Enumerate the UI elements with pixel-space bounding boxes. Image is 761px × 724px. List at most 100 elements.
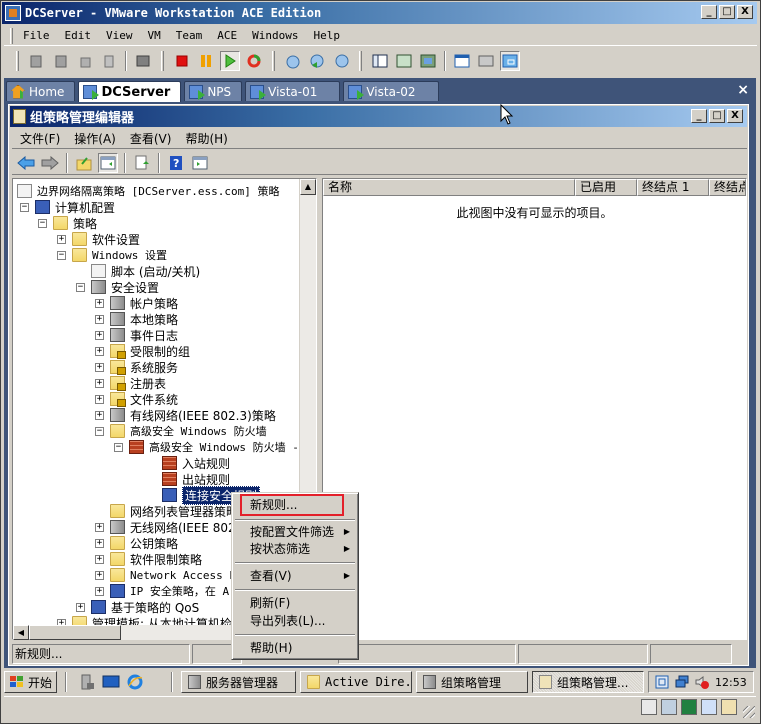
- tree-node[interactable]: + 有线网络(IEEE 802.3)策略: [95, 407, 276, 423]
- hdd-icon[interactable]: [641, 699, 657, 715]
- menu-windows[interactable]: Windows: [252, 29, 298, 42]
- snapshot-icon[interactable]: [27, 51, 47, 71]
- ie-icon[interactable]: [125, 672, 145, 692]
- scroll-up-button[interactable]: ▲: [300, 179, 316, 195]
- expand-icon[interactable]: +: [76, 602, 85, 612]
- vmware-title-bar[interactable]: DCServer - VMware Workstation ACE Editio…: [2, 2, 757, 24]
- close-tab-icon[interactable]: ×: [737, 82, 749, 98]
- tree-node[interactable]: + 软件限制策略: [95, 551, 202, 567]
- tree-node[interactable]: + 基于策略的 QoS: [76, 599, 199, 615]
- tree-node[interactable]: − 高级安全 Windows 防火墙 -: [114, 439, 299, 455]
- network-status-icon[interactable]: [675, 675, 689, 689]
- expand-icon[interactable]: +: [95, 346, 104, 356]
- scroll-left-button[interactable]: ◀: [13, 625, 29, 640]
- minimize-button[interactable]: _: [701, 5, 717, 19]
- menu-ace[interactable]: ACE: [217, 29, 237, 42]
- expand-icon[interactable]: +: [95, 362, 104, 372]
- menu-item-refresh[interactable]: 刷新(F): [250, 595, 354, 611]
- revert-snapshot-icon[interactable]: [51, 51, 71, 71]
- pause-icon[interactable]: [196, 51, 216, 71]
- tree-node[interactable]: + 公钥策略: [95, 535, 178, 551]
- tree-node[interactable]: + 软件设置: [57, 231, 140, 247]
- take-snapshot-icon[interactable]: [283, 51, 303, 71]
- gpm-menu-view[interactable]: 查看(V): [130, 130, 172, 147]
- network-adapter-icon[interactable]: [681, 699, 697, 715]
- expand-icon[interactable]: +: [95, 522, 104, 532]
- menu-help[interactable]: Help: [313, 29, 340, 42]
- toolbar-grip[interactable]: [161, 51, 164, 71]
- network-connection-icon[interactable]: [655, 675, 669, 689]
- tab-dcserver[interactable]: DCServer: [78, 81, 182, 102]
- expand-icon[interactable]: +: [95, 554, 104, 564]
- close-button[interactable]: X: [737, 5, 753, 19]
- tree-node[interactable]: + 文件系统: [95, 391, 178, 407]
- tree-node[interactable]: − 策略: [38, 215, 97, 231]
- tree-node[interactable]: − Windows 设置: [57, 247, 167, 263]
- tree-node[interactable]: + 本地策略: [95, 311, 178, 327]
- tree-node[interactable]: 脚本 (启动/关机): [76, 263, 200, 279]
- tree-node[interactable]: + 受限制的组: [95, 343, 190, 359]
- gpm-minimize-button[interactable]: _: [691, 109, 707, 123]
- collapse-icon[interactable]: −: [114, 442, 123, 452]
- taskbar-button-server-manager[interactable]: 服务器管理器: [181, 671, 297, 693]
- message-icon[interactable]: [721, 699, 737, 715]
- menu-item-export-list[interactable]: 导出列表(L)...: [250, 613, 354, 629]
- tree-node[interactable]: + 无线网络(IEEE 802: [95, 519, 236, 535]
- action-pane-icon[interactable]: [190, 153, 210, 173]
- collapse-icon[interactable]: −: [76, 282, 85, 292]
- menu-edit[interactable]: Edit: [65, 29, 92, 42]
- menu-item-help[interactable]: 帮助(H): [250, 640, 354, 656]
- tab-vista-02[interactable]: Vista-02: [343, 81, 439, 101]
- tree-node[interactable]: + 系统服务: [95, 359, 178, 375]
- menu-vm[interactable]: VM: [148, 29, 161, 42]
- column-enabled[interactable]: 已启用: [575, 179, 637, 196]
- gpm-title-bar[interactable]: 组策略管理编辑器 _ □ X: [10, 106, 747, 127]
- show-hide-tree-icon[interactable]: [98, 152, 118, 173]
- toolbar-grip[interactable]: [16, 51, 19, 71]
- column-name[interactable]: 名称: [323, 179, 575, 196]
- taskbar-button-gpm-editor[interactable]: 组策略管理...: [532, 671, 645, 693]
- details-pane[interactable]: [322, 178, 747, 640]
- expand-icon[interactable]: +: [57, 234, 66, 244]
- fullscreen-icon[interactable]: [394, 51, 414, 71]
- revert-icon[interactable]: [307, 51, 327, 71]
- collapse-icon[interactable]: −: [38, 218, 47, 228]
- horizontal-scroll-thumb[interactable]: [29, 625, 121, 640]
- maximize-button[interactable]: □: [719, 5, 735, 19]
- back-icon[interactable]: [16, 153, 36, 173]
- expand-icon[interactable]: +: [95, 570, 104, 580]
- tab-vista-01[interactable]: Vista-01: [245, 81, 341, 101]
- tree-node[interactable]: − 计算机配置: [20, 199, 115, 215]
- expand-icon[interactable]: +: [95, 394, 104, 404]
- tree-node[interactable]: 网络列表管理器策略: [95, 503, 238, 519]
- gpm-maximize-button[interactable]: □: [709, 109, 725, 123]
- toolbar-grip[interactable]: [359, 51, 362, 71]
- gpm-menu-file[interactable]: 文件(F): [20, 130, 60, 147]
- expand-icon[interactable]: +: [95, 410, 104, 420]
- column-endpoint[interactable]: 终结点: [709, 179, 746, 196]
- clock[interactable]: 12:53: [715, 676, 747, 689]
- volume-muted-icon[interactable]: [695, 675, 710, 689]
- cdrom-icon[interactable]: [661, 699, 677, 715]
- snapshot-manager-icon[interactable]: [331, 51, 351, 71]
- play-icon[interactable]: [220, 51, 240, 71]
- appliance-view-icon[interactable]: [500, 51, 520, 71]
- screenshot-icon[interactable]: [133, 51, 153, 71]
- export-list-icon[interactable]: [132, 153, 152, 173]
- tab-home[interactable]: Home: [6, 81, 76, 101]
- usb-icon[interactable]: [99, 51, 119, 71]
- collapse-icon[interactable]: −: [95, 426, 104, 436]
- expand-icon[interactable]: +: [95, 538, 104, 548]
- tree-node[interactable]: + IP 安全策略，在 A: [95, 583, 229, 599]
- menu-item-filter-by-profile[interactable]: 按配置文件筛选 ▶: [250, 524, 354, 540]
- collapse-icon[interactable]: −: [57, 250, 66, 260]
- tree-node[interactable]: + 帐户策略: [95, 295, 178, 311]
- menubar-grip[interactable]: [10, 27, 13, 44]
- sidebar-icon[interactable]: [370, 51, 390, 71]
- console-icon[interactable]: [476, 51, 496, 71]
- stop-icon[interactable]: [172, 51, 192, 71]
- tree-node[interactable]: − 安全设置: [76, 279, 159, 295]
- quick-switch-icon[interactable]: [418, 51, 438, 71]
- collapse-icon[interactable]: −: [20, 202, 29, 212]
- tree-node[interactable]: 入站规则: [147, 455, 230, 471]
